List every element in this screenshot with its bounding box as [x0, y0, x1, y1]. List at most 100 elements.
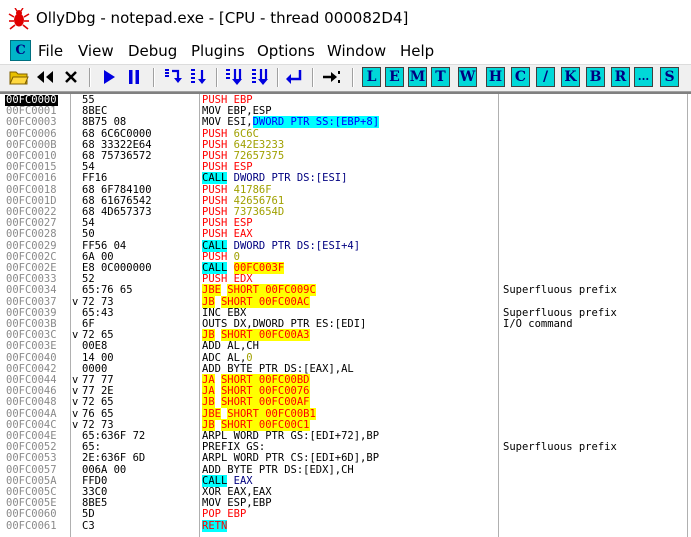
mnemonic: PUSH: [202, 150, 228, 162]
mnemonic: ADC: [202, 351, 221, 364]
handles-window-button[interactable]: H: [486, 67, 505, 87]
disasm-row[interactable]: 00FC003E 00E8 ADD AL,CH: [0, 341, 691, 352]
mnemonic: CALL: [202, 262, 228, 274]
operand: SHORT 00FC00AC: [220, 295, 310, 308]
operand: DX,DWORD PTR ES:[EDI]: [233, 318, 367, 330]
mnemonic: PREFIX: [202, 441, 240, 454]
mnemonic: CALL: [202, 239, 228, 252]
cpu-window-icon[interactable]: C: [10, 40, 31, 61]
patches-window-button[interactable]: /: [536, 67, 555, 87]
window-title: OllyDbg - notepad.exe - [CPU - thread 00…: [36, 9, 409, 27]
disasm-row[interactable]: 00FC0016 FF16 CALL DWORD PTR DS:[ESI]: [0, 172, 691, 185]
hex-dump-cell: 2E:636F 6D: [82, 452, 146, 465]
mnemonic: JB: [202, 329, 215, 342]
hex-dump-cell: 8B75 08: [82, 116, 127, 129]
step-over-icon[interactable]: [189, 67, 209, 87]
references-window-button[interactable]: R: [611, 67, 630, 87]
menu-view[interactable]: View: [78, 42, 114, 60]
mnemonic: INC: [202, 306, 221, 319]
hex-dump-cell: 72 65: [82, 396, 114, 409]
disasm-row[interactable]: 00FC0003 8B75 08 MOV ESI,DWORD PTR SS:[EBP…: [0, 116, 691, 129]
operand-detail: DWORD PTR SS:[EBP+8]: [252, 116, 380, 129]
breakpoints-window-button[interactable]: B: [586, 67, 605, 87]
operand: SHORT 00FC00AF: [220, 396, 310, 409]
comment-cell: I/O command: [503, 318, 573, 330]
hex-dump-cell: 00E8: [82, 340, 108, 353]
disasm-row[interactable]: 00FC0034 65:76 65 JBE SHORT 00FC009C Superf…: [0, 284, 691, 297]
disasm-row[interactable]: 00FC005E 8BE5 MOV ESP,EBP: [0, 497, 691, 510]
rewind-icon[interactable]: [35, 67, 55, 87]
hex-dump-cell: FF16: [82, 172, 108, 185]
mnemonic: PUSH: [202, 127, 228, 140]
animate-over-icon[interactable]: [250, 67, 270, 87]
operand: 42656761: [233, 194, 285, 207]
modules-window-button[interactable]: E: [385, 67, 404, 87]
threads-window-button[interactable]: T: [431, 67, 450, 87]
execute-till-return-icon[interactable]: [284, 67, 304, 87]
run-trace-window-button[interactable]: ...: [634, 67, 653, 87]
menu-window[interactable]: Window: [327, 42, 386, 60]
operand: 7373654D: [233, 206, 285, 218]
mnemonic: JBE: [202, 407, 221, 420]
menu-plugins[interactable]: Plugins: [191, 42, 245, 60]
menu-help[interactable]: Help: [400, 42, 434, 60]
call-stack-window-button[interactable]: K: [561, 67, 580, 87]
ollydbg-bug-icon: [8, 8, 30, 30]
menu-debug[interactable]: Debug: [128, 42, 177, 60]
disassembly-cell: JB SHORT 00FC00AF: [202, 396, 310, 409]
address-cell: 00FC0061: [6, 519, 57, 532]
jump-arrow: v: [72, 396, 79, 409]
operand: GS:: [246, 441, 266, 454]
open-folder-icon[interactable]: [9, 67, 29, 87]
pause-icon[interactable]: [124, 67, 144, 87]
disasm-row[interactable]: 00FC0061 C3 RETN: [0, 519, 691, 532]
mnemonic: MOV: [202, 497, 221, 510]
disasm-row[interactable]: 00FC0022 68 4D657373 PUSH 7373654D: [0, 206, 691, 218]
log-window-button[interactable]: L: [362, 67, 381, 87]
hex-dump-cell: C3: [82, 519, 95, 532]
animate-into-icon[interactable]: [224, 67, 244, 87]
mnemonic: JA: [202, 385, 215, 398]
windows-window-button[interactable]: W: [458, 67, 477, 87]
operand: 41786F: [233, 183, 272, 196]
memory-window-button[interactable]: M: [408, 67, 427, 87]
mnemonic: POP: [202, 508, 221, 521]
disasm-row[interactable]: 00FC0060 5D POP EBP: [0, 509, 691, 520]
disassembly-pane[interactable]: 00FC0000 55 PUSH EBP 00FC0001 8BEC MOV EBP,ES…: [0, 92, 691, 537]
cpu-window-button[interactable]: C: [511, 67, 530, 87]
hex-dump-cell: 65:76 65: [82, 284, 133, 297]
hex-dump-cell: 5D: [82, 508, 95, 521]
operand: SHORT 00FC009C: [227, 284, 316, 297]
operand-detail: 0: [246, 351, 253, 364]
step-into-icon[interactable]: [163, 67, 183, 87]
go-to-origin-icon[interactable]: [322, 67, 342, 87]
disasm-row[interactable]: 00FC002E E8 0C000000 CALL 00FC003F: [0, 262, 691, 274]
menu-file[interactable]: File: [38, 42, 63, 60]
operand: EBP,ESP: [227, 105, 272, 118]
mnemonic: ARPL: [202, 430, 228, 442]
mnemonic: RETN: [202, 519, 228, 532]
mnemonic: XOR: [202, 486, 221, 498]
operand: EAX,EAX: [227, 486, 272, 498]
operand: SHORT 00FC00A3: [220, 329, 310, 342]
operand: 642E3233: [233, 138, 285, 151]
disassembly-cell: RETN: [202, 519, 228, 532]
operand: DWORD PTR DS:[ESI]: [233, 172, 348, 185]
close-icon[interactable]: [61, 67, 81, 87]
mnemonic: PUSH: [202, 194, 228, 207]
address-cell: 00FC0028: [6, 228, 57, 241]
operand: SHORT 00FC00B1: [227, 407, 316, 420]
disasm-row[interactable]: 00FC0010 68 75736572 PUSH 72657375: [0, 150, 691, 162]
operand: EAX: [233, 228, 253, 241]
menu-options[interactable]: Options: [257, 42, 315, 60]
mnemonic: PUSH: [202, 138, 228, 151]
disasm-row[interactable]: 00FC0027 54 PUSH ESP: [0, 217, 691, 230]
source-window-button[interactable]: S: [660, 67, 679, 87]
mnemonic: CALL: [202, 474, 228, 487]
operand: ESP: [233, 217, 253, 230]
operand: 72657375: [233, 150, 285, 162]
mnemonic: JB: [202, 418, 215, 431]
run-icon[interactable]: [99, 67, 119, 87]
jump-arrow: v: [72, 418, 79, 431]
disasm-row[interactable]: 00FC0048 v 72 65 JB SHORT 00FC00AF: [0, 396, 691, 409]
